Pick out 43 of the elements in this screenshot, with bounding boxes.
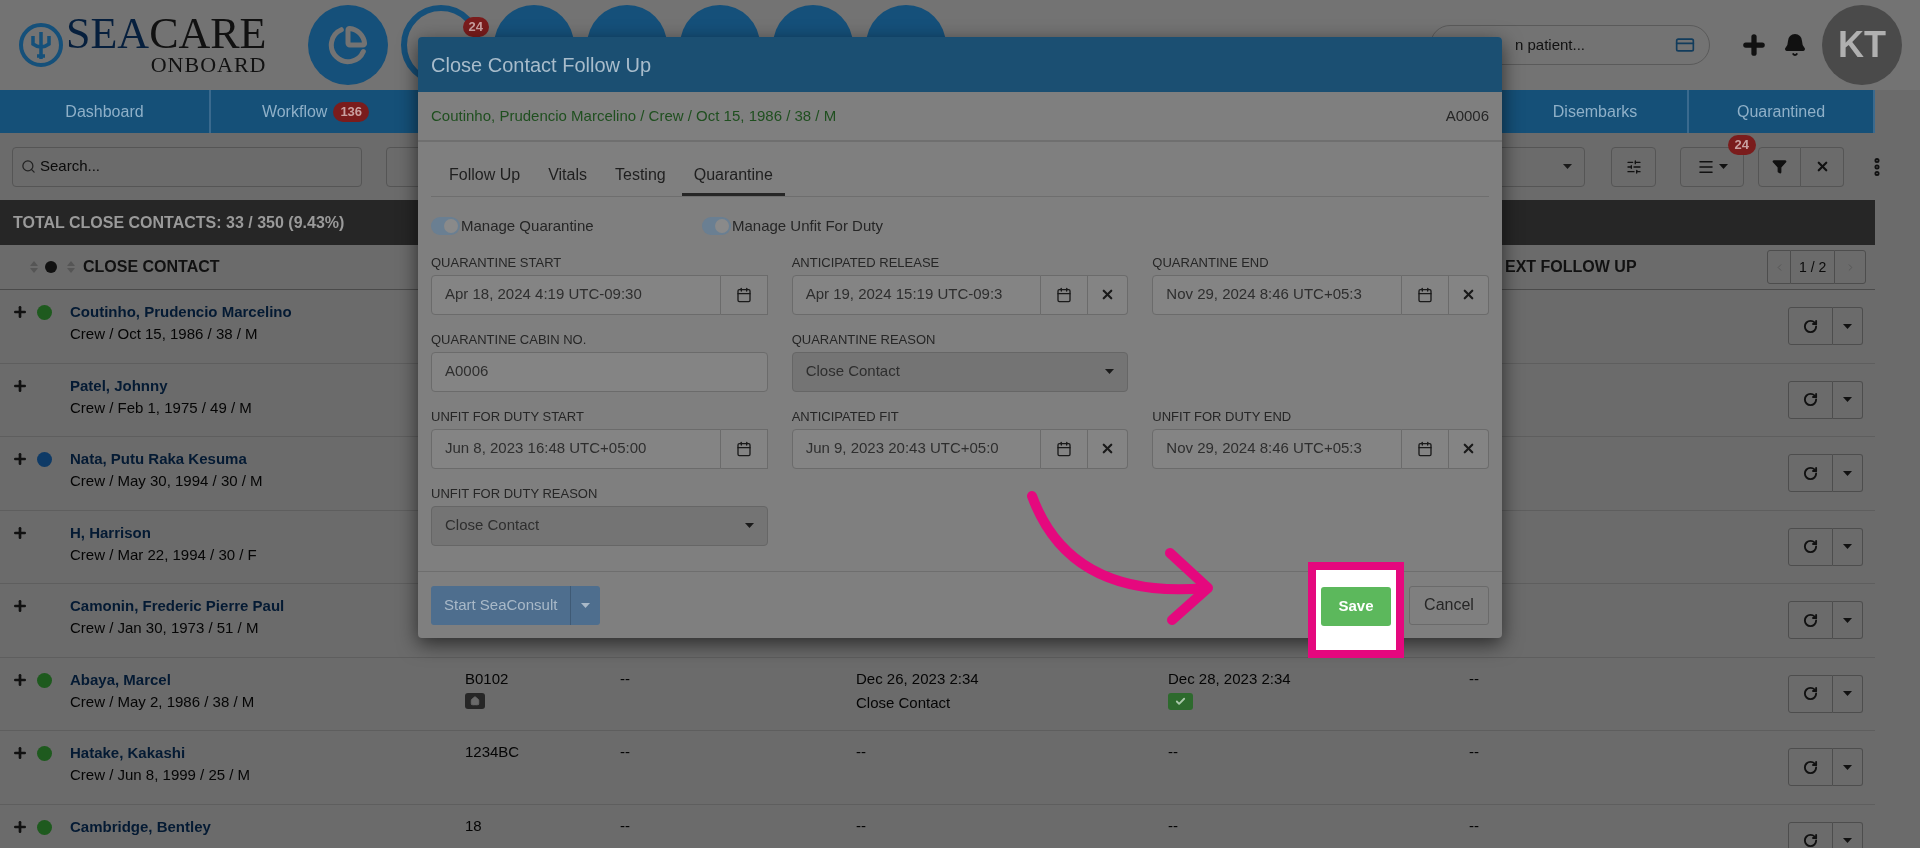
field-label: UNFIT FOR DUTY REASON	[431, 485, 599, 502]
table-cell: --	[620, 742, 630, 762]
table-cell: --	[620, 815, 630, 836]
contact-details: Crew / May 2, 1986 / 38 / M	[70, 691, 255, 712]
logo-text: SEA	[66, 14, 150, 54]
cabin-number: 18	[465, 815, 482, 836]
toggle-label: Manage Unfit For Duty	[732, 216, 883, 236]
contact-details: Crew / Mar 22, 1994 / 30 / F	[70, 544, 257, 565]
table-cell: --	[1469, 815, 1479, 836]
contact-details: Crew / Jun 8, 1999 / 25 / M	[70, 765, 251, 785]
table-cell: Dec 26, 2023 2:34	[856, 668, 979, 689]
page-indicator: 1 / 2	[1791, 250, 1835, 284]
table-cell: --	[1469, 668, 1479, 689]
contact-details: Crew / Feb 1, 1975 / 49 / M	[70, 397, 252, 418]
table-cell: --	[856, 742, 866, 762]
table-cell: --	[620, 668, 630, 689]
contact-details: Crew / Oct 15, 1986 / 38 / M	[70, 324, 259, 344]
table-cell: --	[856, 815, 866, 836]
field-label: ANTICIPATED FIT	[791, 408, 900, 425]
contact-details: Crew / Jan 30, 1973 / 51 / M	[70, 618, 260, 638]
table-cell: --	[1469, 742, 1479, 762]
logo-tagline: ONBOARD	[150, 54, 267, 76]
field-label: QUARANTINE CABIN NO.	[431, 331, 588, 348]
field-label: QUARANTINE START	[431, 254, 563, 271]
logo-text: CARE	[149, 14, 267, 54]
toggle-label: Manage Quarantine	[461, 216, 594, 236]
field-label: UNFIT FOR DUTY END	[1152, 408, 1293, 425]
cabin-number: 1234BC	[465, 742, 520, 762]
count-badge: 24	[1727, 134, 1756, 155]
table-cell: Dec 28, 2023 2:34	[1168, 668, 1291, 689]
contact-details: Crew / May 30, 1994 / 30 / M	[70, 471, 263, 491]
field-label: QUARANTINE REASON	[791, 331, 937, 348]
field-label: ANTICIPATED RELEASE	[791, 254, 941, 271]
count-badge: 136	[333, 101, 370, 122]
cabin-number: B0102	[465, 668, 509, 689]
patient-summary: Coutinho, Prudencio Marcelino / Crew / Oct 15, 1986 / 38 / M	[431, 105, 837, 126]
table-cell: Close Contact	[856, 692, 951, 713]
table-cell: --	[1168, 742, 1178, 762]
field-label: UNFIT FOR DUTY START	[431, 408, 585, 425]
cabin-number: A0006	[1445, 105, 1489, 126]
field-label: QUARANTINE END	[1152, 254, 1270, 271]
table-cell: --	[1168, 815, 1178, 836]
dialog-title: Close Contact Follow Up	[418, 37, 1502, 92]
